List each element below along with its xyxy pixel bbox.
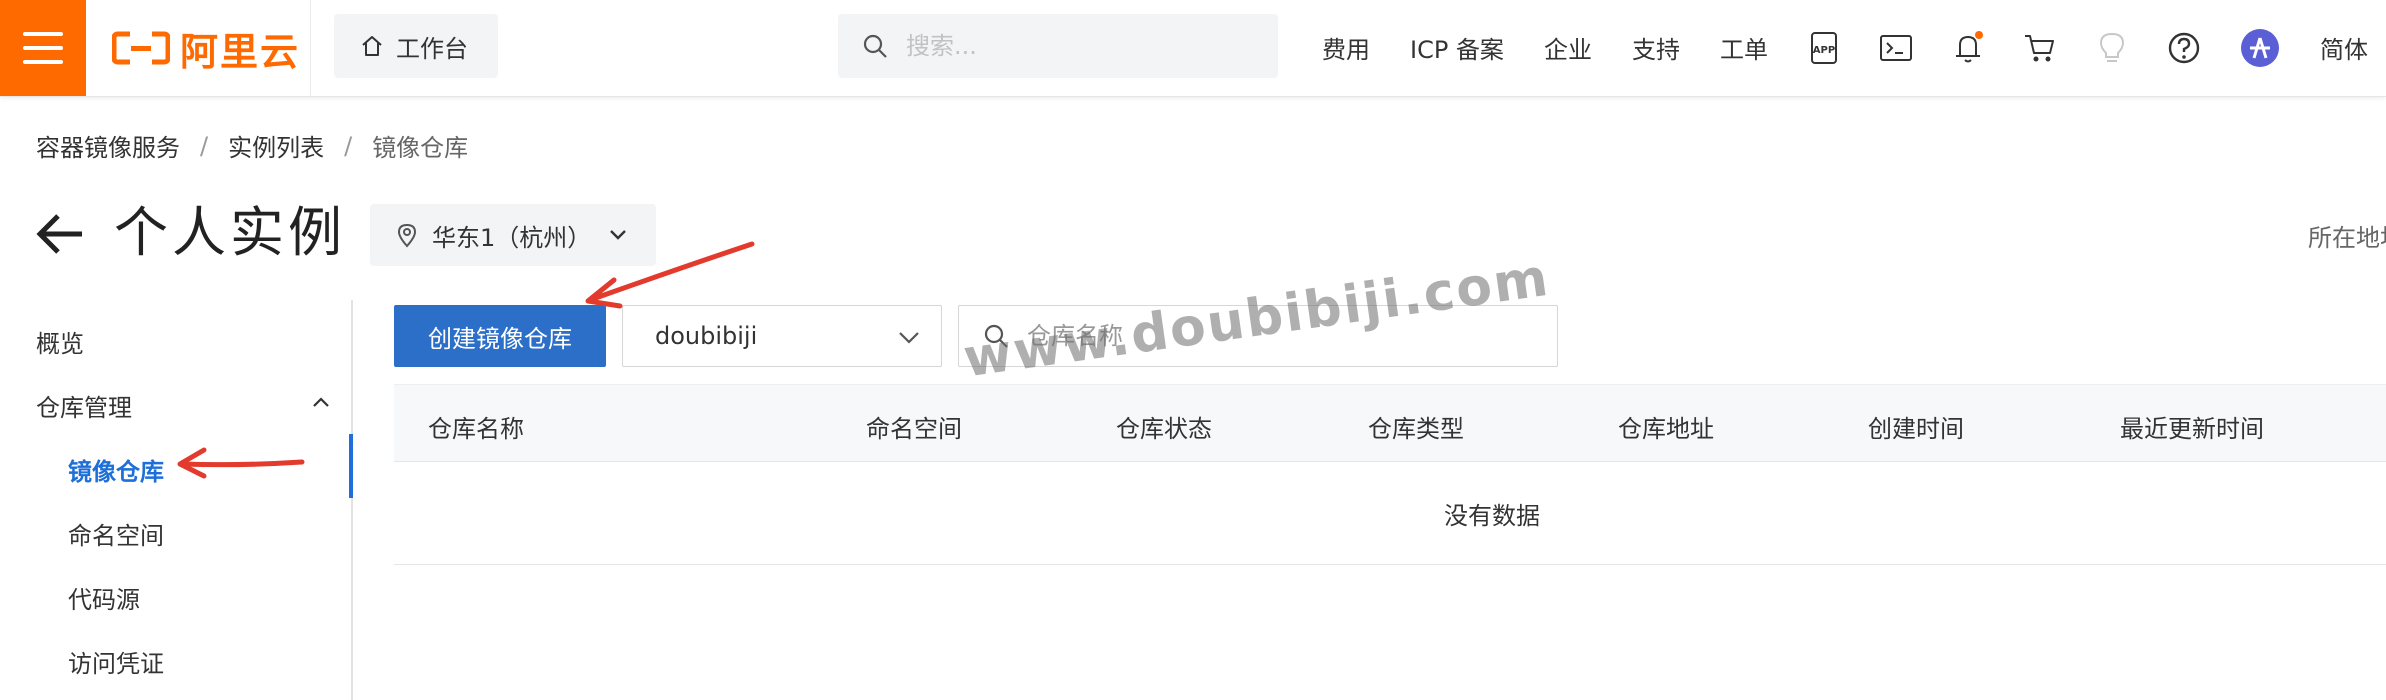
menu-line bbox=[23, 60, 63, 64]
column-header: 创建时间 bbox=[1868, 415, 1964, 443]
sidebar-item-image-repo[interactable]: 镜像仓库 bbox=[68, 452, 164, 487]
repo-search-box[interactable] bbox=[958, 305, 1558, 367]
breadcrumb-separator: / bbox=[200, 131, 209, 160]
cart-icon[interactable] bbox=[2020, 28, 2060, 68]
empty-state-text: 没有数据 bbox=[1444, 502, 1540, 530]
region-selector[interactable]: 华东1（杭州） bbox=[370, 204, 656, 266]
empty-table-row: 没有数据 bbox=[394, 460, 2386, 565]
bulb-icon[interactable] bbox=[2092, 28, 2132, 68]
page-title: 个人实例 bbox=[114, 201, 346, 264]
sidebar-item-code-source[interactable]: 代码源 bbox=[68, 580, 140, 615]
column-header: 仓库类型 bbox=[1368, 415, 1464, 443]
search-icon bbox=[863, 34, 887, 58]
nav-enterprise[interactable]: 企业 bbox=[1544, 30, 1592, 65]
global-search[interactable] bbox=[838, 14, 1278, 78]
terminal-icon[interactable] bbox=[1876, 28, 1916, 68]
top-navigation-bar: 阿里云 工作台 费用 ICP 备案 企业 支持 工单 APP bbox=[0, 0, 2386, 97]
location-pin-icon bbox=[397, 223, 417, 248]
aliyun-logo-icon bbox=[112, 31, 170, 65]
home-icon bbox=[362, 36, 382, 56]
back-arrow-icon[interactable] bbox=[34, 208, 86, 260]
breadcrumb: 容器镜像服务 / 实例列表 / 镜像仓库 bbox=[36, 128, 468, 163]
search-icon bbox=[984, 324, 1008, 348]
workbench-button[interactable]: 工作台 bbox=[334, 14, 498, 78]
bell-icon[interactable] bbox=[1948, 28, 1988, 68]
menu-line bbox=[23, 32, 63, 36]
chevron-down-icon bbox=[899, 332, 919, 344]
sidebar-item-access-credential[interactable]: 访问凭证 bbox=[68, 644, 164, 679]
region-address-label: 所在地址 bbox=[2308, 224, 2386, 252]
sidebar-item-namespace[interactable]: 命名空间 bbox=[68, 516, 164, 551]
menu-line bbox=[23, 46, 63, 50]
app-icon[interactable]: APP bbox=[1804, 28, 1844, 68]
region-value: 华东1（杭州） bbox=[432, 223, 592, 252]
nav-tickets[interactable]: 工单 bbox=[1720, 30, 1768, 65]
aliyun-logo[interactable]: 阿里云 bbox=[112, 22, 300, 74]
sidebar-group-label: 仓库管理 bbox=[36, 394, 132, 422]
chevron-down-icon bbox=[610, 230, 626, 240]
column-header: 仓库地址 bbox=[1618, 415, 1714, 443]
chevron-up-icon bbox=[313, 397, 329, 407]
column-header: 仓库名称 bbox=[428, 415, 524, 443]
breadcrumb-separator: / bbox=[344, 131, 353, 160]
active-indicator bbox=[349, 434, 353, 498]
sidebar-group-repo-management[interactable]: 仓库管理 bbox=[36, 388, 332, 423]
sidebar-item-overview[interactable]: 概览 bbox=[36, 324, 84, 359]
workbench-label: 工作台 bbox=[396, 34, 468, 63]
breadcrumb-item[interactable]: 实例列表 bbox=[228, 128, 324, 163]
help-icon[interactable] bbox=[2164, 28, 2204, 68]
breadcrumb-current: 镜像仓库 bbox=[372, 134, 469, 162]
column-header: 命名空间 bbox=[866, 415, 962, 443]
notification-dot bbox=[1975, 31, 1983, 39]
nav-support[interactable]: 支持 bbox=[1632, 30, 1680, 65]
svg-text:APP: APP bbox=[1813, 45, 1835, 56]
namespace-value: doubibiji bbox=[655, 322, 758, 350]
column-header: 仓库状态 bbox=[1116, 415, 1212, 443]
global-search-input[interactable] bbox=[904, 31, 1268, 61]
logo-text: 阿里云 bbox=[180, 29, 301, 74]
sidebar-divider bbox=[351, 300, 353, 700]
namespace-select[interactable]: doubibiji bbox=[622, 305, 942, 367]
column-header: 最近更新时间 bbox=[2120, 415, 2264, 443]
nav-fees[interactable]: 费用 bbox=[1322, 30, 1370, 65]
create-repo-button[interactable]: 创建镜像仓库 bbox=[394, 305, 606, 367]
breadcrumb-item[interactable]: 容器镜像服务 bbox=[36, 128, 180, 163]
sidebar: 概览 仓库管理 镜像仓库 命名空间 代码源 访问凭证 bbox=[0, 300, 353, 700]
divider bbox=[310, 0, 311, 96]
nav-icp[interactable]: ICP 备案 bbox=[1410, 30, 1504, 65]
repo-search-input[interactable] bbox=[1025, 321, 1549, 351]
hamburger-menu-button[interactable] bbox=[0, 0, 86, 96]
table-header: 仓库名称 命名空间 仓库状态 仓库类型 仓库地址 创建时间 最近更新时间 bbox=[394, 384, 2386, 462]
language-switch[interactable]: 简体 bbox=[2320, 30, 2368, 65]
avatar[interactable] bbox=[2240, 28, 2280, 68]
